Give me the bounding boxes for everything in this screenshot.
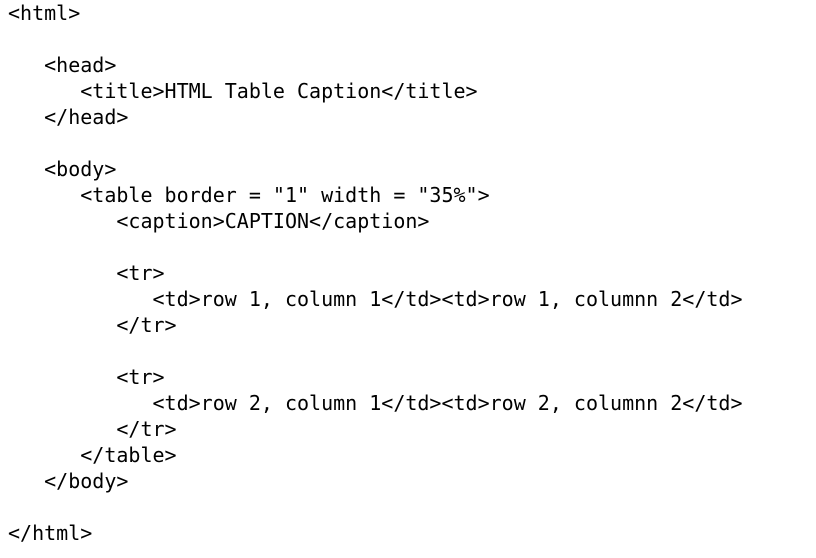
code-line: </table>	[8, 443, 177, 467]
code-line: </tr>	[8, 417, 177, 441]
code-line: <tr>	[8, 365, 165, 389]
code-line: <tr>	[8, 261, 165, 285]
code-line: <td>row 1, column 1</td><td>row 1, colum…	[8, 287, 743, 311]
code-line: <table border = "1" width = "35%">	[8, 183, 490, 207]
code-line: <title>HTML Table Caption</title>	[8, 79, 478, 103]
code-line: <body>	[8, 157, 117, 181]
code-listing: <html> <head> <title>HTML Table Caption<…	[0, 0, 816, 558]
code-line: <html>	[8, 1, 81, 25]
code-line: </head>	[8, 105, 129, 129]
code-line: </html>	[8, 521, 93, 545]
code-line: <head>	[8, 53, 117, 77]
code-line: <caption>CAPTION</caption>	[8, 209, 430, 233]
code-line: <td>row 2, column 1</td><td>row 2, colum…	[8, 391, 743, 415]
code-lines: <html> <head> <title>HTML Table Caption<…	[8, 0, 743, 546]
code-line: </body>	[8, 469, 129, 493]
code-line: </tr>	[8, 313, 177, 337]
